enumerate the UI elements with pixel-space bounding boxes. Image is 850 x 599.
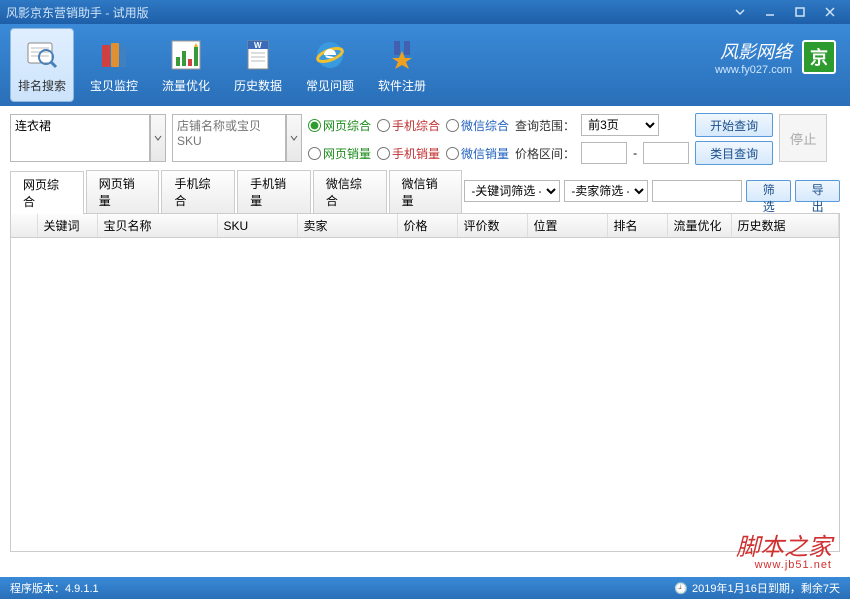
tab-web-comprehensive[interactable]: 网页综合 xyxy=(10,171,84,214)
toolbar-label: 排名搜索 xyxy=(18,77,66,94)
seller-filter-select[interactable]: -卖家筛选 - xyxy=(564,180,648,202)
col-rank[interactable]: 排名 xyxy=(607,214,667,238)
filter-text-input[interactable] xyxy=(652,180,742,202)
col-seller[interactable]: 卖家 xyxy=(297,214,397,238)
result-table: 关键词 宝贝名称 SKU 卖家 价格 评价数 位置 排名 流量优化 历史数据 xyxy=(11,214,839,238)
window-title: 风影京东营销助手 - 试用版 xyxy=(6,4,724,21)
toolbar-faq[interactable]: 常见问题 xyxy=(298,28,362,102)
svg-text:W: W xyxy=(254,41,262,50)
toolbar-label: 常见问题 xyxy=(306,77,354,94)
dropdown-window-button[interactable] xyxy=(726,3,754,21)
tab-wechat-comprehensive[interactable]: 微信综合 xyxy=(313,170,387,213)
radio-mobile-comprehensive[interactable]: 手机综合 xyxy=(377,117,440,134)
tabs-row: 网页综合 网页销量 手机综合 手机销量 微信综合 微信销量 -关键词筛选 - -… xyxy=(10,170,840,214)
version-info: 程序版本：4.9.1.1 xyxy=(10,580,674,596)
keyword-filter-select[interactable]: -关键词筛选 - xyxy=(464,180,560,202)
col-sku[interactable]: SKU xyxy=(217,214,297,238)
radio-web-sales[interactable]: 网页销量 xyxy=(308,145,371,162)
toolbar-register[interactable]: 软件注册 xyxy=(370,28,434,102)
status-bar: 程序版本：4.9.1.1 🕘 2019年1月16日到期，剩余7天 xyxy=(0,577,850,599)
brand-area: 风影网络 www.fy027.com 京 xyxy=(715,38,836,76)
star-badge-icon xyxy=(384,37,420,73)
magnifier-icon xyxy=(24,37,60,73)
filter-button[interactable]: 筛选 xyxy=(746,180,791,202)
radio-mobile-sales[interactable]: 手机销量 xyxy=(377,145,440,162)
export-button[interactable]: 导出 xyxy=(795,180,840,202)
col-reviews[interactable]: 评价数 xyxy=(457,214,527,238)
brand-url: www.fy027.com xyxy=(715,64,792,76)
watermark: 脚本之家 www.jb51.net xyxy=(736,536,832,571)
category-search-button[interactable]: 类目查询 xyxy=(695,141,773,165)
books-icon xyxy=(96,37,132,73)
shop-dropdown-button[interactable] xyxy=(286,114,302,162)
chart-icon xyxy=(168,37,204,73)
clock-icon: 🕘 xyxy=(674,582,688,595)
shop-input[interactable] xyxy=(172,114,286,162)
work-area: 网页综合 手机综合 微信综合 网页销量 手机销量 微信销量 查询范围： 前3页 … xyxy=(0,106,850,556)
document-icon: W xyxy=(240,37,276,73)
title-bar: 风影京东营销助手 - 试用版 xyxy=(0,0,850,24)
maximize-button[interactable] xyxy=(786,3,814,21)
col-history[interactable]: 历史数据 xyxy=(731,214,839,238)
col-item-name[interactable]: 宝贝名称 xyxy=(97,214,217,238)
toolbar-label: 流量优化 xyxy=(162,77,210,94)
keyword-dropdown-button[interactable] xyxy=(150,114,166,162)
radio-wechat-comprehensive[interactable]: 微信综合 xyxy=(446,117,509,134)
watermark-text: 脚本之家 xyxy=(736,536,832,560)
price-separator: - xyxy=(633,146,637,160)
ie-icon xyxy=(312,37,348,73)
stop-button: 停止 xyxy=(779,114,827,162)
keyword-input[interactable] xyxy=(10,114,150,162)
brand-logo-icon: 京 xyxy=(802,40,836,74)
col-keyword[interactable]: 关键词 xyxy=(37,214,97,238)
radio-web-comprehensive[interactable]: 网页综合 xyxy=(308,117,371,134)
main-toolbar: 排名搜索 宝贝监控 流量优化 W 历史数据 常见问题 软件注册 风影网络 www… xyxy=(0,24,850,106)
tab-wechat-sales[interactable]: 微信销量 xyxy=(389,170,463,213)
tab-mobile-sales[interactable]: 手机销量 xyxy=(237,170,311,213)
col-traffic[interactable]: 流量优化 xyxy=(667,214,731,238)
toolbar-label: 软件注册 xyxy=(378,77,426,94)
tab-mobile-comprehensive[interactable]: 手机综合 xyxy=(161,170,235,213)
toolbar-traffic-optimize[interactable]: 流量优化 xyxy=(154,28,218,102)
toolbar-rank-search[interactable]: 排名搜索 xyxy=(10,28,74,102)
brand-name: 风影网络 xyxy=(715,38,792,64)
price-max-input[interactable] xyxy=(643,142,689,164)
col-index[interactable] xyxy=(11,214,37,238)
watermark-url: www.jb51.net xyxy=(736,560,832,571)
col-price[interactable]: 价格 xyxy=(397,214,457,238)
range-select[interactable]: 前3页 xyxy=(581,114,659,136)
price-min-input[interactable] xyxy=(581,142,627,164)
toolbar-label: 宝贝监控 xyxy=(90,77,138,94)
start-search-button[interactable]: 开始查询 xyxy=(695,113,773,137)
tab-web-sales[interactable]: 网页销量 xyxy=(86,170,160,213)
price-label: 价格区间： xyxy=(515,145,575,162)
result-table-wrap[interactable]: 关键词 宝贝名称 SKU 卖家 价格 评价数 位置 排名 流量优化 历史数据 xyxy=(10,214,840,552)
toolbar-item-monitor[interactable]: 宝贝监控 xyxy=(82,28,146,102)
toolbar-history-data[interactable]: W 历史数据 xyxy=(226,28,290,102)
toolbar-label: 历史数据 xyxy=(234,77,282,94)
radio-wechat-sales[interactable]: 微信销量 xyxy=(446,145,509,162)
expiry-info: 2019年1月16日到期，剩余7天 xyxy=(692,580,840,596)
close-button[interactable] xyxy=(816,3,844,21)
range-label: 查询范围： xyxy=(515,117,575,134)
col-position[interactable]: 位置 xyxy=(527,214,607,238)
minimize-button[interactable] xyxy=(756,3,784,21)
